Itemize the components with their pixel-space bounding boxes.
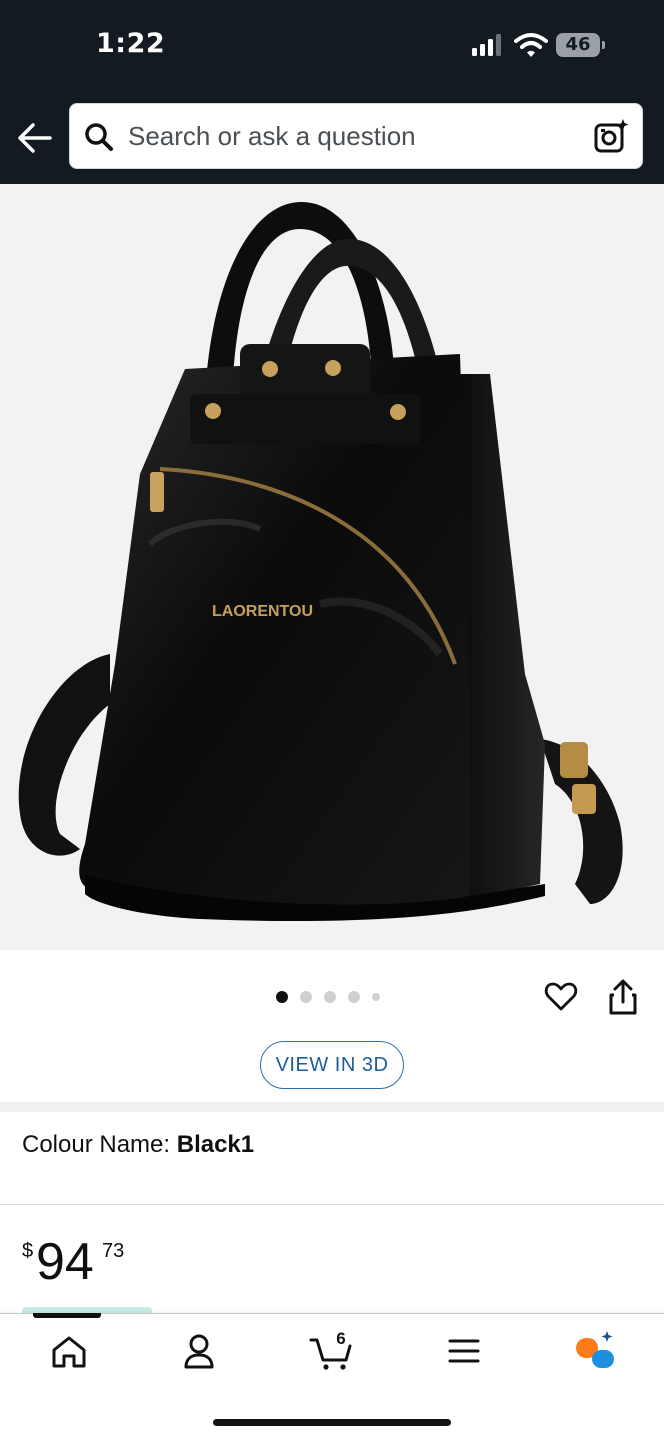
active-tab-indicator <box>33 1313 101 1318</box>
pagination-dot[interactable] <box>300 991 312 1003</box>
home-indicator-bar <box>213 1419 451 1426</box>
view-in-3d-button[interactable]: VIEW IN 3D <box>260 1041 404 1089</box>
backpack-illustration: LAORENTOU <box>18 201 623 922</box>
product-image[interactable]: LAORENTOU <box>0 184 664 950</box>
heart-icon[interactable] <box>544 980 578 1014</box>
divider-line <box>0 1204 664 1205</box>
person-icon[interactable] <box>176 1330 222 1372</box>
hamburger-menu-icon[interactable] <box>441 1330 487 1372</box>
brand-logo-text: LAORENTOU <box>212 603 313 620</box>
price-currency-symbol: $ <box>22 1240 34 1262</box>
search-input[interactable] <box>128 104 568 168</box>
search-icon <box>85 123 113 151</box>
pagination-dot[interactable] <box>348 991 360 1003</box>
rufus-assistant-icon[interactable] <box>572 1330 618 1372</box>
share-icon[interactable] <box>606 978 640 1016</box>
wifi-icon <box>514 33 548 57</box>
section-divider <box>0 1102 664 1112</box>
app-header: 1:22 46 <box>0 0 664 184</box>
price-whole: 94 <box>36 1233 94 1291</box>
back-arrow-icon[interactable] <box>16 120 54 156</box>
home-icon[interactable] <box>46 1330 92 1372</box>
cart-item-count: 6 <box>336 1329 346 1348</box>
colour-value: Black1 <box>176 1131 255 1158</box>
colour-name-row: Colour Name: Black1 <box>22 1131 254 1159</box>
camera-lens-icon[interactable] <box>593 118 629 154</box>
status-time: 1:22 <box>96 28 166 59</box>
image-pagination-dots[interactable] <box>276 990 380 1004</box>
pagination-dot-active[interactable] <box>276 991 288 1003</box>
cellular-signal-icon <box>472 34 506 56</box>
battery-indicator: 46 <box>556 33 605 57</box>
pagination-dot[interactable] <box>372 993 380 1001</box>
colour-label: Colour Name: <box>22 1131 171 1158</box>
price-fraction: 73 <box>102 1240 125 1262</box>
search-bar[interactable] <box>69 103 643 169</box>
pagination-dot[interactable] <box>324 991 336 1003</box>
